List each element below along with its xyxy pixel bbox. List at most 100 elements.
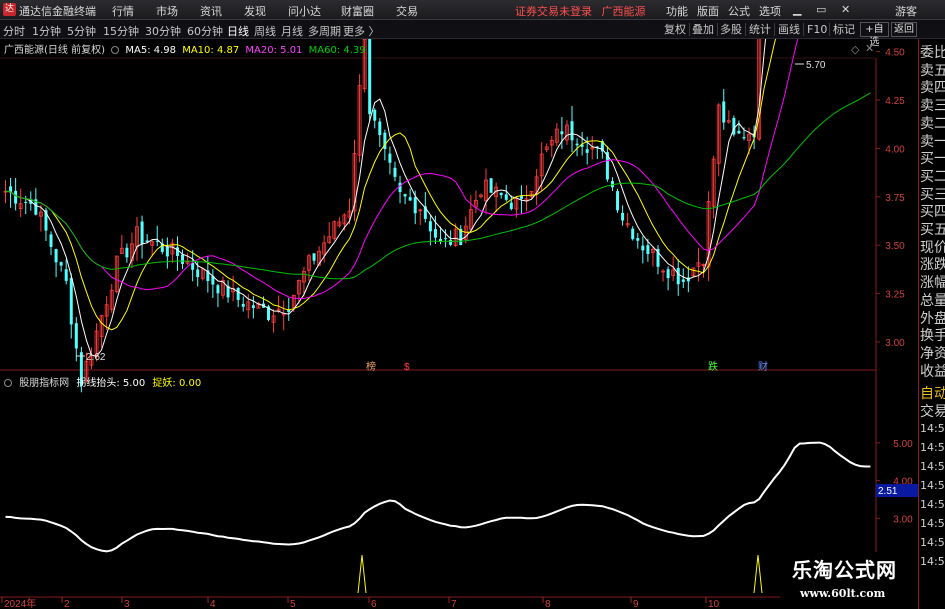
candle-body: [570, 121, 574, 141]
add-favorite-button[interactable]: +自选: [860, 22, 889, 48]
tool-huaxian[interactable]: 画线: [778, 22, 800, 37]
candle-body: [251, 305, 255, 309]
main-chart-legend: 广西能源(日线 前复权) MA5: 4.98 MA10: 4.87 MA20: …: [4, 41, 369, 56]
date-tick-label: 9: [633, 599, 639, 609]
back-button[interactable]: 返回: [891, 22, 917, 37]
app-name: 通达信金融终端: [19, 5, 96, 18]
price-tick-label: 4.25: [885, 96, 905, 107]
quote-label-18: 收益: [920, 363, 945, 380]
menu-banmian[interactable]: 版面: [697, 3, 719, 19]
period-multi[interactable]: 多周期: [308, 23, 341, 39]
auto-trade-tab[interactable]: 自动: [920, 385, 945, 403]
candle-body: [69, 278, 73, 325]
event-marker: 跌: [708, 360, 718, 373]
zhuoyao-spike: [753, 554, 763, 594]
price-tick-label: 3.50: [885, 241, 905, 252]
kline-chart[interactable]: 5.505.255.004.754.504.254.003.753.503.25…: [0, 39, 918, 609]
ma60-value: MA60: 4.39: [308, 45, 366, 56]
candle-body: [125, 247, 129, 258]
period-30min[interactable]: 30分钟: [145, 23, 181, 39]
trade-tab[interactable]: 交易: [920, 403, 945, 421]
period-fenshi[interactable]: 分时: [3, 23, 25, 39]
login-notice[interactable]: 证券交易未登录 广西能源: [515, 3, 646, 19]
date-tick-label: 8: [545, 599, 551, 609]
tick-time-7: 14:56: [920, 555, 945, 568]
chart-close-icon[interactable]: ✕: [865, 42, 874, 55]
tool-tongji[interactable]: 统计: [749, 22, 771, 37]
high-price-label: 5.70: [806, 60, 826, 71]
menu-gongneng[interactable]: 功能: [666, 3, 688, 19]
candle-body: [681, 279, 685, 282]
menu-faxian[interactable]: 发现: [244, 3, 266, 19]
candle-body: [312, 253, 316, 261]
low-price-label: 2.62: [86, 352, 106, 363]
minimize-icon[interactable]: ▁: [793, 3, 801, 16]
close-icon[interactable]: ✕: [841, 3, 850, 16]
zhuoyao-spike: [357, 554, 367, 594]
ma10-value: MA10: 4.87: [182, 45, 240, 56]
menu-wenxiaoda[interactable]: 问小达: [288, 3, 321, 19]
tool-f10[interactable]: F10: [807, 22, 827, 37]
menu-jiaoyi[interactable]: 交易: [396, 3, 418, 19]
period-5min[interactable]: 5分钟: [67, 23, 96, 39]
current-value-badge-text: 2.51: [878, 486, 898, 497]
menu-gongshi[interactable]: 公式: [728, 3, 750, 19]
candle-body: [737, 130, 741, 134]
tool-fuquan[interactable]: 复权: [664, 22, 686, 37]
date-tick-label: 10: [708, 599, 720, 609]
tool-diejia[interactable]: 叠加: [692, 22, 714, 37]
indicator-name[interactable]: 股朋指标网: [19, 378, 69, 389]
indicator-toggle-icon[interactable]: [4, 379, 12, 387]
watermark-url: www.60lt.com: [800, 587, 886, 600]
quote-label-15: 外盘: [920, 310, 945, 327]
candle-body: [196, 269, 200, 278]
period-1min[interactable]: 1分钟: [32, 23, 61, 39]
menu-shichang[interactable]: 市场: [156, 3, 178, 19]
date-tick-label: 3: [124, 599, 130, 609]
candle-body: [504, 194, 508, 200]
tool-biaoji[interactable]: 标记: [833, 22, 855, 37]
tool-duogu[interactable]: 多股: [720, 22, 742, 37]
guest-label[interactable]: 游客: [895, 3, 917, 19]
quote-label-9: 买四: [920, 204, 945, 221]
quote-label-5: 卖一: [920, 133, 945, 150]
candle-body: [241, 303, 245, 307]
period-more[interactable]: 更多 〉: [343, 23, 380, 39]
period-monthly[interactable]: 月线: [281, 23, 303, 39]
restore-icon[interactable]: ▭: [816, 3, 826, 16]
candle-body: [646, 245, 650, 254]
quote-label-11: 现价: [920, 239, 945, 256]
quote-label-16: 换手: [920, 328, 945, 345]
menu-caifuquan[interactable]: 财富圈: [341, 3, 374, 19]
date-tick-label: 5: [290, 599, 296, 609]
indicator-settings-icon[interactable]: [111, 46, 120, 54]
candle-body: [636, 238, 640, 241]
date-tick-label: 2: [64, 599, 70, 609]
menu-hangqing[interactable]: 行情: [112, 3, 134, 19]
candle-body: [24, 201, 28, 203]
quote-label-17: 净资: [920, 345, 945, 362]
period-15min[interactable]: 15分钟: [103, 23, 139, 39]
candle-body: [64, 269, 68, 281]
candle-body: [742, 137, 746, 139]
period-daily[interactable]: 日线: [227, 23, 249, 39]
guaixian-line: [5, 441, 871, 553]
tick-time-3: 14:56: [920, 479, 945, 492]
candle-body: [59, 262, 63, 266]
event-marker: $: [404, 362, 410, 373]
indicator-line1: 拐线抬头: 5.00: [76, 378, 146, 389]
tick-time-6: 14:56: [920, 536, 945, 549]
menu-zixun[interactable]: 资讯: [200, 3, 222, 19]
ind-tick-label: 5.00: [893, 439, 913, 450]
date-tick-label: 6: [371, 599, 377, 609]
period-60min[interactable]: 60分钟: [187, 23, 223, 39]
menu-xuanxiang[interactable]: 选项: [759, 3, 781, 19]
date-tick-label: 4: [210, 599, 216, 609]
ma10-line: [5, 39, 777, 331]
candle-body: [413, 197, 417, 214]
quote-label-4: 卖二: [920, 115, 945, 132]
candle-body: [641, 245, 645, 251]
period-weekly[interactable]: 周线: [254, 23, 276, 39]
chart-settings-icon[interactable]: ◇: [851, 43, 859, 56]
candle-body: [676, 268, 680, 285]
